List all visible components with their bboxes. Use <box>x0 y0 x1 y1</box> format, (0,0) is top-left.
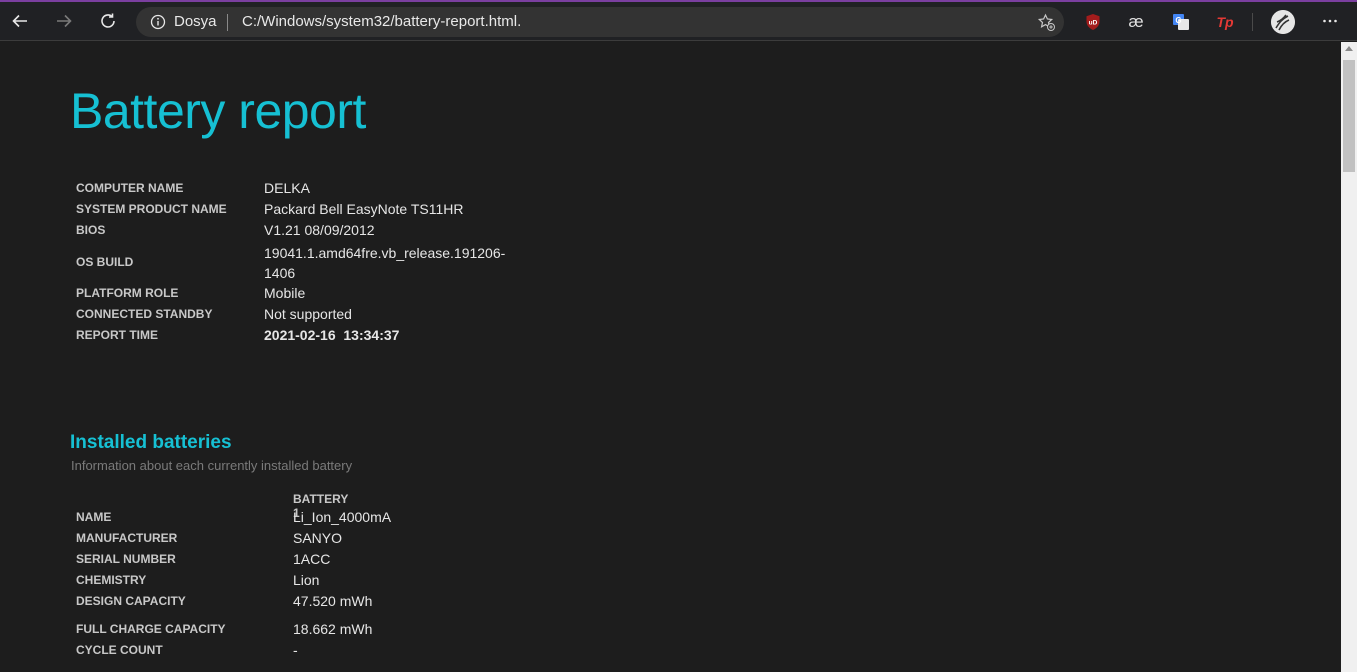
info-value: V1.21 08/09/2012 <box>264 222 375 238</box>
info-key: SYSTEM PRODUCT NAME <box>76 202 227 216</box>
installed-batteries-description: Information about each currently install… <box>71 458 353 473</box>
tp-extension-icon[interactable]: Tp <box>1215 12 1235 32</box>
info-value: Packard Bell EasyNote TS11HR <box>264 201 464 217</box>
info-key: COMPUTER NAME <box>76 181 184 195</box>
back-button[interactable] <box>5 6 35 36</box>
svg-text:uD: uD <box>1089 20 1098 27</box>
google-translate-icon[interactable]: G <box>1171 12 1191 32</box>
battery-value: Li_Ion_4000mA <box>293 509 392 525</box>
page-title: Battery report <box>70 83 366 139</box>
battery-key: DESIGN CAPACITY <box>76 594 186 608</box>
url-text[interactable]: C:/Windows/system32/battery-report.html. <box>242 13 521 30</box>
browser-toolbar: Dosya C:/Windows/system32/battery-report… <box>0 2 1357 41</box>
info-key: PLATFORM ROLE <box>76 286 179 300</box>
battery-value: Lion <box>293 572 320 588</box>
battery-value: 1ACC <box>293 551 331 567</box>
info-value: 2021-02-16 13:34:37 <box>264 327 400 343</box>
refresh-icon <box>101 13 115 28</box>
info-key: CONNECTED STANDBY <box>76 307 213 321</box>
scroll-up-arrow-icon[interactable] <box>1345 46 1353 51</box>
site-info-label[interactable]: Dosya <box>174 13 217 30</box>
address-separator <box>227 14 228 31</box>
refresh-button[interactable] <box>93 6 123 36</box>
info-value: Not supported <box>264 306 352 322</box>
installed-batteries-title: Installed batteries <box>70 432 232 453</box>
info-value: DELKA <box>264 180 310 196</box>
svg-text:G: G <box>1175 16 1181 25</box>
battery-key: CHEMISTRY <box>76 573 147 587</box>
vertical-scrollbar[interactable] <box>1341 42 1357 672</box>
info-value: Mobile <box>264 285 306 301</box>
battery-key: SERIAL NUMBER <box>76 552 176 566</box>
battery-key: CYCLE COUNT <box>76 643 163 657</box>
ublock-origin-icon[interactable]: uD <box>1083 12 1103 32</box>
battery-key: MANUFACTURER <box>76 531 178 545</box>
scrollbar-thumb[interactable] <box>1343 60 1355 172</box>
avatar-image <box>1271 10 1295 34</box>
info-value: 19041.1.amd64fre.vb_release.191206-1406 <box>264 245 506 281</box>
battery-value: SANYO <box>293 530 343 546</box>
toolbar-separator <box>1252 13 1253 31</box>
battery-key: FULL CHARGE CAPACITY <box>76 622 226 636</box>
battery-value: 18.662 mWh <box>293 621 373 637</box>
more-dots-icon <box>1323 19 1337 23</box>
battery-key: NAME <box>76 510 112 524</box>
settings-more-button[interactable] <box>1315 6 1345 36</box>
address-bar[interactable]: Dosya C:/Windows/system32/battery-report… <box>136 7 1064 37</box>
info-key: BIOS <box>76 223 106 237</box>
page-content: Battery report COMPUTER NAME DELKA SYSTE… <box>0 42 1341 672</box>
battery-value: 47.520 mWh <box>293 593 373 609</box>
forward-arrow-icon <box>57 14 72 28</box>
ae-extension-icon[interactable]: æ <box>1126 12 1146 32</box>
battery-value: - <box>293 642 298 658</box>
back-arrow-icon <box>12 14 27 28</box>
add-favorite-icon[interactable] <box>1037 13 1056 32</box>
info-key: OS BUILD <box>76 255 134 269</box>
forward-button[interactable] <box>49 6 79 36</box>
profile-avatar[interactable] <box>1271 10 1295 34</box>
info-key: REPORT TIME <box>76 328 159 342</box>
info-icon[interactable] <box>150 14 166 30</box>
